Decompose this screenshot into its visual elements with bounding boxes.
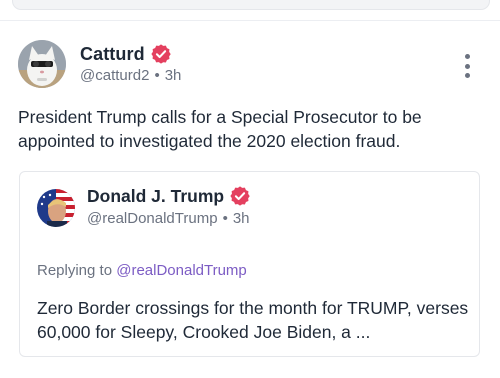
author-handle[interactable]: @catturd2 xyxy=(80,67,149,84)
flag-portrait-avatar-icon xyxy=(37,189,75,227)
quoted-author-name[interactable]: Donald J. Trump xyxy=(87,186,224,207)
previous-post-edge xyxy=(12,0,490,10)
replying-to-line: Replying to @realDonaldTrump xyxy=(37,262,247,279)
verified-badge-icon xyxy=(230,186,250,206)
post-body-text: President Trump calls for a Special Pros… xyxy=(18,107,422,151)
quoted-author-handle[interactable]: @realDonaldTrump xyxy=(87,210,218,227)
meta-separator: • xyxy=(154,67,160,84)
author-avatar[interactable] xyxy=(18,40,66,88)
replying-to-mention-link[interactable]: @realDonaldTrump xyxy=(116,262,247,279)
quoted-post-card[interactable]: Donald J. Trump @realDonaldTrump • 3h Re… xyxy=(19,171,480,357)
quoted-post-body-text: Zero Border crossings for the month for … xyxy=(37,298,469,342)
post-card[interactable]: Catturd @catturd2 • 3h President Trump c… xyxy=(0,21,500,378)
quoted-post-timestamp[interactable]: 3h xyxy=(233,210,250,227)
replying-to-label: Replying to xyxy=(37,262,113,279)
author-name[interactable]: Catturd xyxy=(80,44,145,65)
post-timestamp[interactable]: 3h xyxy=(165,67,182,84)
verified-badge-icon xyxy=(151,44,171,64)
cat-avatar-icon xyxy=(18,40,66,88)
meta-separator: • xyxy=(222,210,228,227)
quoted-author-avatar[interactable] xyxy=(37,189,75,227)
more-options-icon[interactable] xyxy=(462,54,472,78)
